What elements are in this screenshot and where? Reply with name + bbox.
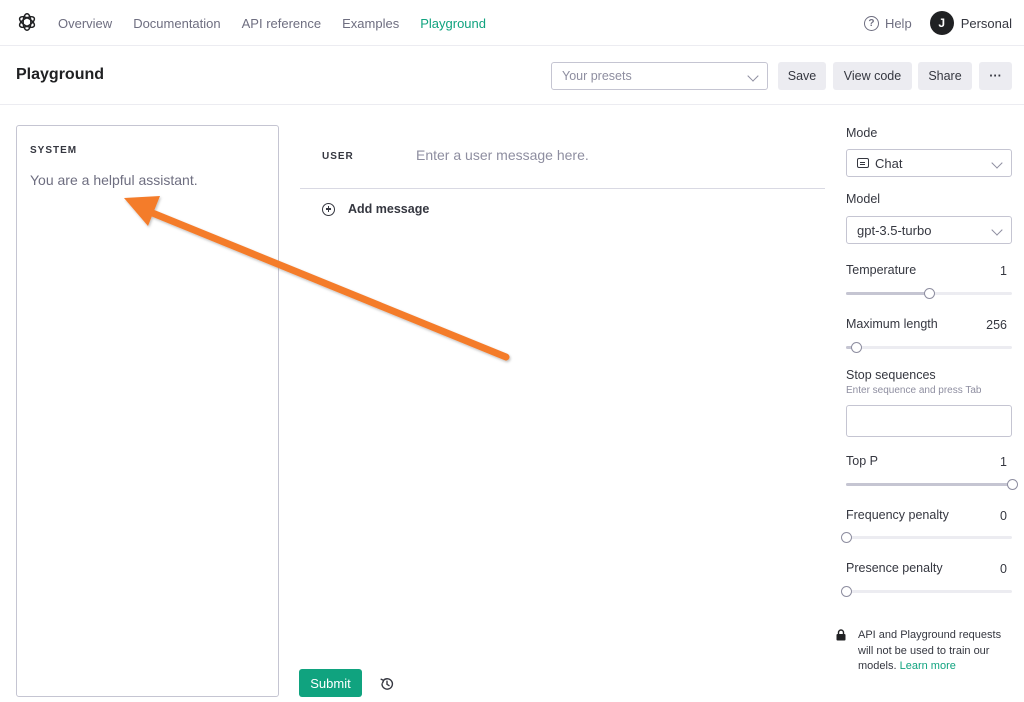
system-message-input[interactable]: You are a helpful assistant. — [30, 172, 198, 188]
mode-label: Mode — [846, 126, 878, 140]
stop-sequences-hint: Enter sequence and press Tab — [846, 385, 982, 396]
frequency-penalty-value[interactable]: 0 — [1000, 509, 1007, 523]
share-button[interactable]: Share — [918, 62, 972, 90]
chevron-down-icon — [747, 70, 759, 82]
temperature-slider[interactable] — [846, 288, 1012, 299]
help-link[interactable]: ? Help — [863, 15, 912, 31]
mode-value: Chat — [875, 155, 903, 171]
nav-examples[interactable]: Examples — [342, 16, 399, 31]
page-header: Playground Your presets Save View code S… — [0, 47, 1024, 105]
max-length-label: Maximum length — [846, 317, 938, 331]
presets-placeholder: Your presets — [562, 69, 632, 83]
save-button[interactable]: Save — [778, 62, 826, 90]
page-title: Playground — [16, 66, 105, 83]
chat-bubble-icon — [857, 158, 869, 168]
nav-links: Overview Documentation API reference Exa… — [58, 0, 507, 46]
help-label: Help — [884, 15, 912, 31]
system-panel[interactable]: SYSTEM You are a helpful assistant. — [16, 125, 279, 697]
max-length-slider[interactable] — [846, 342, 1012, 353]
user-message-row: USER Enter a user message here. — [300, 125, 825, 189]
nav-api-reference[interactable]: API reference — [242, 16, 322, 31]
slider-thumb[interactable] — [841, 586, 852, 597]
account-name: Personal — [960, 15, 1012, 31]
openai-logo-icon[interactable] — [16, 11, 38, 33]
avatar: J — [929, 11, 954, 35]
model-select[interactable]: gpt-3.5-turbo — [846, 216, 1012, 244]
slider-thumb[interactable] — [841, 532, 852, 543]
max-length-value[interactable]: 256 — [986, 318, 1007, 332]
presence-penalty-slider[interactable] — [841, 586, 1012, 597]
nav-playground[interactable]: Playground — [420, 16, 486, 31]
add-message-label: Add message — [348, 202, 430, 216]
user-message-input[interactable]: Enter a user message here. — [416, 147, 589, 163]
plus-circle-icon — [322, 202, 335, 216]
lock-icon — [836, 629, 846, 641]
account-menu[interactable]: J Personal — [929, 11, 1012, 35]
temperature-value[interactable]: 1 — [1000, 264, 1007, 278]
nav-overview[interactable]: Overview — [58, 16, 112, 31]
privacy-notice: API and Playground requests will not be … — [836, 628, 1016, 675]
mode-select[interactable]: Chat — [846, 149, 1012, 177]
chevron-down-icon — [991, 224, 1003, 236]
stop-sequences-input[interactable] — [846, 405, 1012, 437]
slider-thumb[interactable] — [850, 342, 862, 353]
model-value: gpt-3.5-turbo — [857, 222, 932, 238]
frequency-penalty-slider[interactable] — [841, 532, 1012, 543]
slider-thumb[interactable] — [1007, 479, 1018, 490]
view-code-button[interactable]: View code — [833, 62, 912, 90]
top-p-label: Top P — [846, 454, 878, 468]
nav-documentation[interactable]: Documentation — [133, 16, 220, 31]
temperature-label: Temperature — [846, 263, 917, 277]
slider-thumb[interactable] — [924, 288, 935, 299]
system-label: SYSTEM — [30, 145, 78, 156]
stop-sequences-label: Stop sequences — [846, 368, 936, 382]
top-p-slider[interactable] — [846, 479, 1018, 490]
nav-right: ? Help J Personal — [863, 0, 1012, 46]
help-icon: ? — [863, 15, 879, 31]
frequency-penalty-label: Frequency penalty — [846, 508, 949, 522]
more-options-button[interactable]: ··· — [979, 62, 1012, 90]
submit-button[interactable]: Submit — [299, 669, 362, 697]
presence-penalty-label: Presence penalty — [846, 561, 943, 575]
history-icon[interactable] — [379, 676, 395, 692]
chevron-down-icon — [991, 157, 1003, 169]
learn-more-link[interactable]: Learn more — [900, 660, 956, 672]
presence-penalty-value[interactable]: 0 — [1000, 562, 1007, 576]
model-label: Model — [846, 192, 881, 206]
add-message-button[interactable]: Add message — [322, 202, 429, 216]
presets-select[interactable]: Your presets — [551, 62, 768, 90]
top-p-value[interactable]: 1 — [1000, 455, 1007, 469]
top-nav: Overview Documentation API reference Exa… — [0, 0, 1024, 46]
user-role-label[interactable]: USER — [322, 151, 354, 162]
